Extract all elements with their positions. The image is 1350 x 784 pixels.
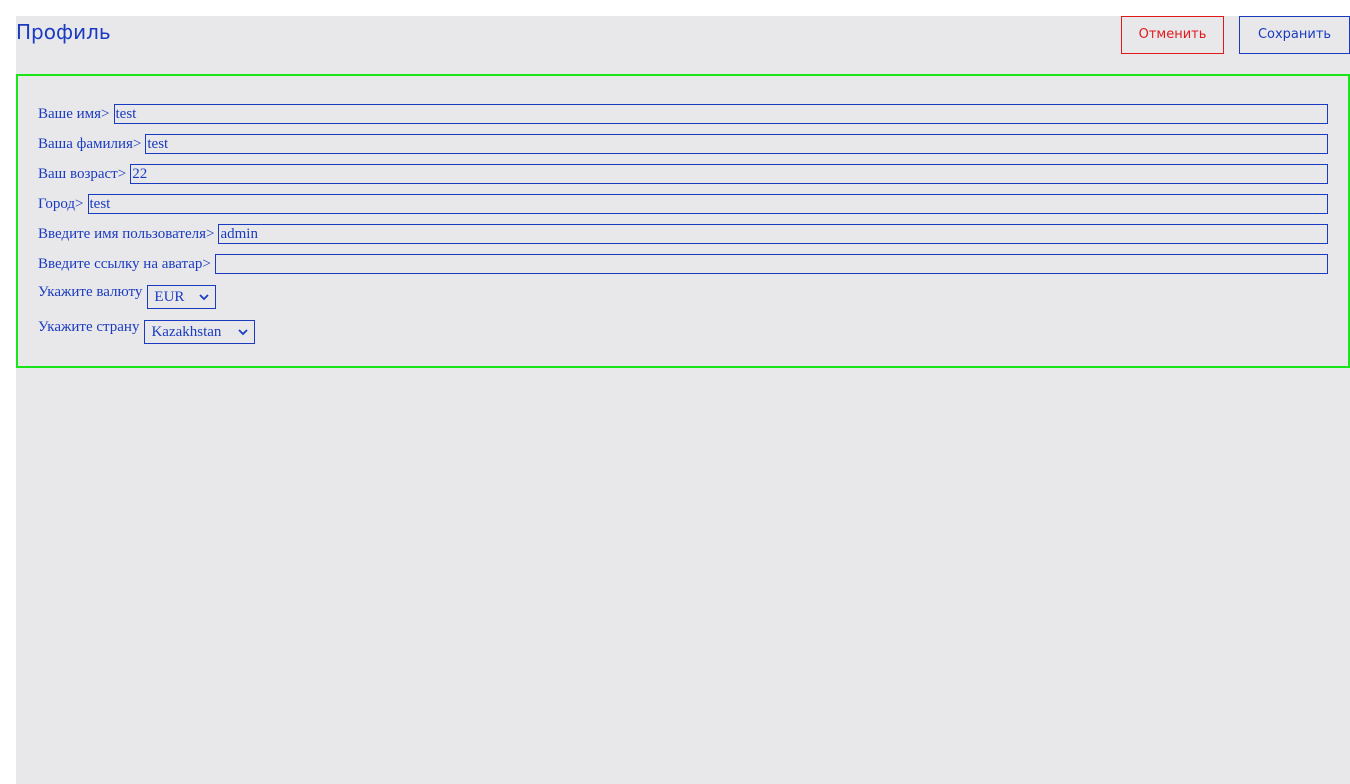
age-row: Ваш возраст> [38, 164, 1328, 184]
last-name-input[interactable] [145, 134, 1328, 154]
avatar-label: Введите ссылку на аватар> [38, 255, 211, 272]
cancel-button[interactable]: Отменить [1121, 16, 1224, 54]
last-name-label: Ваша фамилия> [38, 135, 142, 152]
chevron-down-icon [238, 329, 249, 336]
page-title: Профиль [16, 20, 111, 44]
city-row: Город> [38, 194, 1328, 214]
avatar-url-input[interactable] [214, 254, 1328, 274]
save-button[interactable]: Сохранить [1239, 16, 1350, 54]
currency-select[interactable]: EUR [147, 285, 217, 309]
profile-page: Профиль Отменить Сохранить Ваше имя> Ваш… [16, 16, 1350, 784]
chevron-down-icon [199, 294, 210, 301]
city-label: Город> [38, 195, 84, 212]
age-input[interactable] [130, 164, 1328, 184]
username-label: Введите имя пользователя> [38, 225, 215, 242]
username-input[interactable] [218, 224, 1328, 244]
first-name-input[interactable] [113, 104, 1328, 124]
currency-label: Укажите валюту [38, 284, 143, 300]
avatar-row: Введите ссылку на аватар> [38, 254, 1328, 274]
last-name-row: Ваша фамилия> [38, 134, 1328, 154]
profile-form-card: Ваше имя> Ваша фамилия> Ваш возраст> Гор… [16, 74, 1350, 368]
username-row: Введите имя пользователя> [38, 224, 1328, 244]
currency-select-value: EUR [154, 289, 185, 305]
first-name-row: Ваше имя> [38, 104, 1328, 124]
country-row: Укажите страну Kazakhstan [38, 319, 1328, 344]
currency-row: Укажите валюту EUR [38, 284, 1328, 309]
age-label: Ваш возраст> [38, 165, 127, 182]
country-select[interactable]: Kazakhstan [144, 320, 256, 344]
city-input[interactable] [87, 194, 1328, 214]
country-label: Укажите страну [38, 319, 140, 335]
first-name-label: Ваше имя> [38, 105, 110, 122]
country-select-value: Kazakhstan [151, 324, 222, 340]
